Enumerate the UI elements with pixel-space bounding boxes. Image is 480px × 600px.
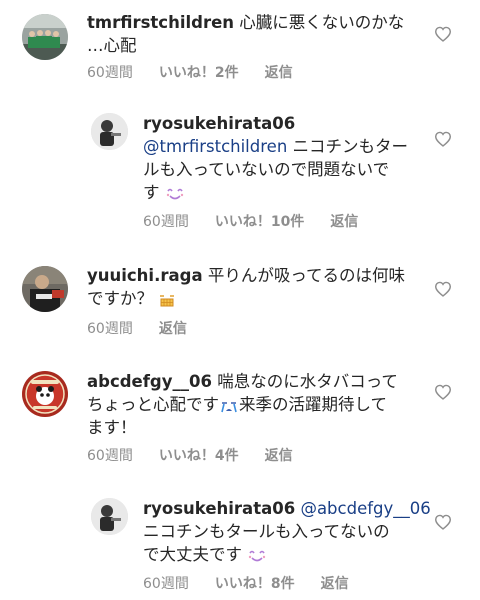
- comment-line-3: ます！: [87, 418, 137, 437]
- panda-express-logo-avatar-image: [22, 371, 68, 417]
- username[interactable]: tmrfirstchildren: [87, 13, 234, 32]
- username[interactable]: ryosukehirata06: [143, 114, 295, 133]
- mention-link[interactable]: @tmrfirstchildren: [143, 137, 287, 156]
- comment-line-2: …心配: [87, 36, 137, 55]
- grinning-face-icon: [160, 294, 175, 306]
- heart-icon[interactable]: [434, 131, 452, 147]
- mention-link[interactable]: @abcdefgy__06: [300, 499, 430, 518]
- timestamp: 60週間: [87, 65, 133, 81]
- avatar[interactable]: [22, 371, 68, 417]
- reply-button[interactable]: 返信: [265, 445, 293, 465]
- likes-count[interactable]: いいね！8件: [215, 573, 295, 593]
- avatar[interactable]: [91, 498, 128, 535]
- likes-count[interactable]: いいね！4件: [159, 445, 239, 465]
- heart-icon[interactable]: [434, 514, 452, 530]
- comment-line-3: す: [143, 183, 160, 202]
- smiling-face-icon: [249, 550, 266, 561]
- avatar[interactable]: [22, 14, 68, 60]
- profile-photo-avatar-image: [91, 498, 128, 535]
- likes-count[interactable]: いいね！10件: [215, 211, 304, 231]
- heart-icon[interactable]: [434, 384, 452, 400]
- comment-line-2b: 来季の活躍期待して: [239, 395, 388, 414]
- team-photo-avatar-image: [22, 14, 68, 60]
- reply-button[interactable]: 返信: [330, 211, 358, 231]
- comment-text: ryosukehirata06 @abcdefgy__06 ニコチンもタールも入…: [143, 497, 438, 566]
- profile-photo-avatar-image: [91, 113, 128, 150]
- comment-meta: 60週間 いいね！8件 返信: [143, 573, 375, 593]
- comment-line-1: 喘息なのに水タバコって: [217, 372, 398, 391]
- comment-line-2: ルも入っていないので問題ないで: [143, 160, 390, 179]
- comment-line-1: 平りんが吸ってるのは何味: [207, 266, 406, 285]
- timestamp: 60週間: [87, 321, 133, 337]
- comment-meta: 60週間 返信: [87, 318, 213, 338]
- loudly-crying-face-icon: [221, 401, 237, 412]
- comment-text: ryosukehirata06 @tmrfirstchildren ニコチンもタ…: [143, 112, 433, 204]
- profile-photo-avatar-image: [22, 266, 68, 312]
- reply-button[interactable]: 返信: [321, 573, 349, 593]
- timestamp: 60週間: [143, 214, 189, 230]
- username[interactable]: yuuichi.raga: [87, 266, 203, 285]
- comment-meta: 60週間 いいね！10件 返信: [143, 211, 384, 231]
- likes-count[interactable]: いいね！2件: [159, 62, 239, 82]
- comment-text: abcdefgy__06 喘息なのに水タバコって ちょっと心配です 来季の活躍期…: [87, 370, 417, 439]
- comment-line-1: ニコチンもター: [292, 137, 409, 156]
- reply-button[interactable]: 返信: [159, 318, 187, 338]
- heart-icon[interactable]: [434, 26, 452, 42]
- username[interactable]: abcdefgy__06: [87, 372, 212, 391]
- comment-meta: 60週間 いいね！4件 返信: [87, 445, 319, 465]
- comment-line-2: で大丈夫です: [143, 545, 242, 564]
- smiling-face-icon: [166, 188, 183, 199]
- avatar[interactable]: [22, 266, 68, 312]
- username[interactable]: ryosukehirata06: [143, 499, 295, 518]
- comment-line-2: ちょっと心配です: [87, 395, 219, 414]
- timestamp: 60週間: [143, 576, 189, 592]
- heart-icon[interactable]: [434, 281, 452, 297]
- comment-text: tmrfirstchildren 心臓に悪くないのかな …心配: [87, 11, 417, 57]
- comment-meta: 60週間 いいね！2件 返信: [87, 62, 319, 82]
- comment-line-1: ニコチンもタールも入ってないの: [143, 522, 390, 541]
- timestamp: 60週間: [87, 448, 133, 464]
- avatar[interactable]: [91, 113, 128, 150]
- reply-button[interactable]: 返信: [265, 62, 293, 82]
- comment-text: yuuichi.raga 平りんが吸ってるのは何味 ですか？: [87, 264, 427, 310]
- comment-line-2: ですか？: [87, 289, 153, 308]
- comment-line-1: 心臓に悪くないのかな: [239, 13, 405, 32]
